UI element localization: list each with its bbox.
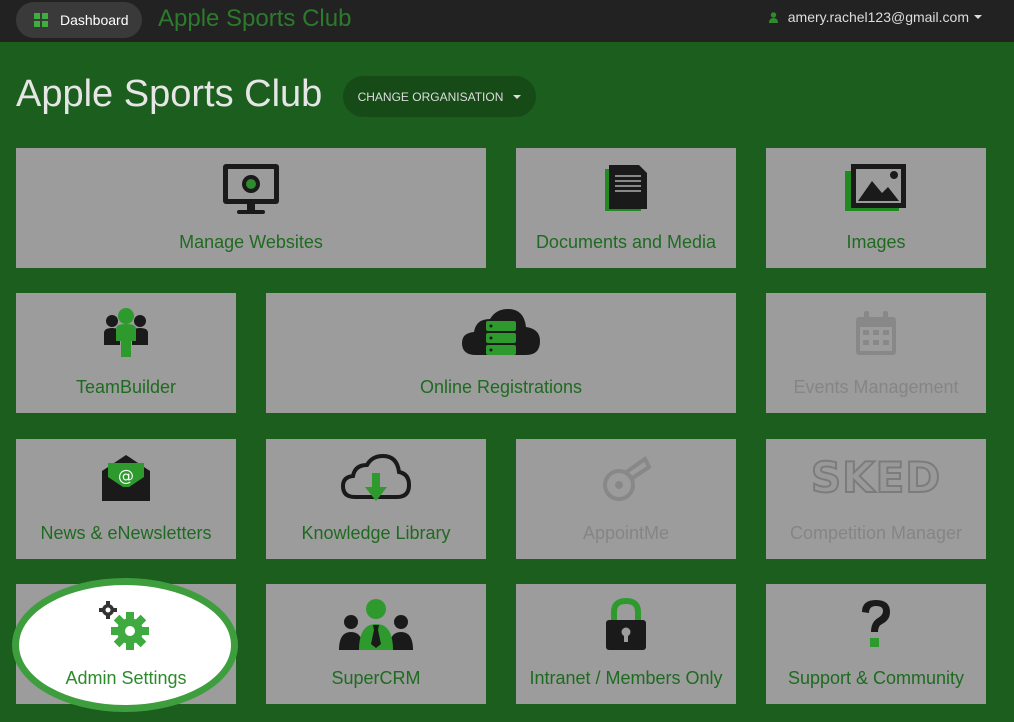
tile-teambuilder[interactable]: TeamBuilder <box>16 293 236 413</box>
tile-label: SuperCRM <box>331 668 421 688</box>
sked-logo: SKED <box>810 452 942 503</box>
tile-label: AppointMe <box>582 523 670 543</box>
tile-label: Intranet / Members Only <box>529 668 723 688</box>
gears-icon <box>99 601 149 650</box>
dashboard-button[interactable]: Dashboard <box>16 2 142 38</box>
tile-news-enewsletters[interactable]: @ News & eNewsletters <box>16 439 236 559</box>
cloud-server-icon <box>462 309 540 355</box>
chevron-down-icon <box>513 94 522 99</box>
user-icon <box>768 11 778 23</box>
calendar-icon <box>856 311 896 355</box>
tile-label: Images <box>846 232 906 252</box>
tile-label: TeamBuilder <box>75 377 177 397</box>
tile-label: Documents and Media <box>535 232 717 252</box>
dashboard-label: Dashboard <box>60 12 129 28</box>
user-email: amery.rachel123@gmail.com <box>787 9 969 25</box>
page-title: Apple Sports Club <box>16 73 323 115</box>
tile-label: News & eNewsletters <box>40 523 212 543</box>
tile-knowledge-library[interactable]: Knowledge Library <box>266 439 486 559</box>
chevron-down-icon <box>974 15 982 19</box>
grid-icon <box>34 12 48 27</box>
tile-events-management[interactable]: Events Management <box>766 293 986 413</box>
question-mark-icon <box>862 600 890 647</box>
tile-admin-settings[interactable]: Admin Settings <box>16 584 236 704</box>
tile-label: Online Registrations <box>419 377 583 397</box>
tile-support-community[interactable]: Support & Community <box>766 584 986 704</box>
change-organisation-label: CHANGE ORGANISATION <box>357 89 504 104</box>
tile-manage-websites[interactable]: Manage Websites <box>16 148 486 268</box>
tile-appointme[interactable]: AppointMe <box>516 439 736 559</box>
tile-label: Manage Websites <box>179 232 323 252</box>
tile-competition-manager[interactable]: SKED Competition Manager <box>766 439 986 559</box>
brand-name[interactable]: Apple Sports Club <box>158 5 351 33</box>
tile-supercrm[interactable]: SuperCRM <box>266 584 486 704</box>
cloud-download-icon <box>341 453 411 501</box>
team-icon <box>104 308 148 357</box>
image-icon <box>845 164 906 211</box>
envelope-icon: @ <box>102 455 150 501</box>
tile-label: Knowledge Library <box>301 523 451 543</box>
whistle-icon <box>603 456 651 501</box>
change-organisation-button[interactable]: CHANGE ORGANISATION <box>343 76 536 117</box>
lock-icon <box>606 598 646 650</box>
tile-intranet[interactable]: Intranet / Members Only <box>516 584 736 704</box>
group-icon <box>339 599 413 650</box>
svg-text:@: @ <box>118 466 134 485</box>
user-menu[interactable]: amery.rachel123@gmail.com <box>768 9 982 25</box>
tile-images[interactable]: Images <box>766 148 986 268</box>
document-icon <box>605 165 647 211</box>
tile-documents-media[interactable]: Documents and Media <box>516 148 736 268</box>
tile-label: Admin Settings <box>65 668 187 688</box>
tile-online-registrations[interactable]: Online Registrations <box>266 293 736 413</box>
monitor-icon <box>223 164 279 214</box>
tile-label: Support & Community <box>787 668 965 688</box>
top-navbar: Dashboard Apple Sports Club amery.rachel… <box>0 0 1014 42</box>
tile-label: Competition Manager <box>789 523 963 543</box>
tile-label: Events Management <box>793 377 959 397</box>
